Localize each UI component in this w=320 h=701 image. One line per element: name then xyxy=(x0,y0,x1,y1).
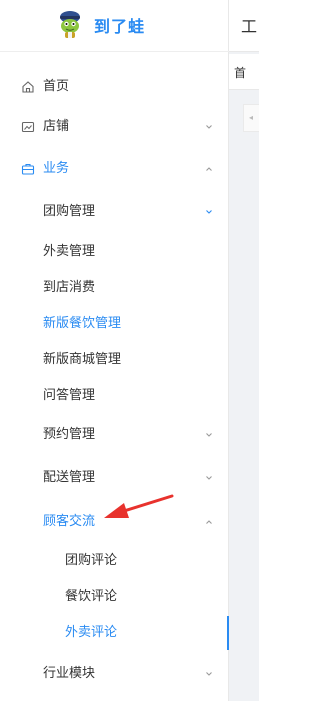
sidebar-item-label: 新版餐饮管理 xyxy=(43,316,122,331)
sidebar-item-label: 外卖管理 xyxy=(43,244,96,259)
sidebar-item-label: 店铺 xyxy=(43,119,70,134)
sidebar: 到了蛙 首页 店铺 业务 团购管理 外卖管理 到店消费 新版餐饮管理 新版商城管… xyxy=(0,0,229,701)
tab-bar: 首 xyxy=(229,54,259,90)
tab-home[interactable]: 首 xyxy=(234,64,246,81)
sidebar-item-booking-mgmt[interactable]: 预约管理 xyxy=(0,417,229,453)
chevron-down-icon xyxy=(206,433,212,437)
sidebar-item-label: 行业模块 xyxy=(43,666,96,681)
top-bar: 工 xyxy=(229,0,259,52)
sidebar-item-label: 团购评论 xyxy=(65,553,118,568)
sidebar-item-label: 预约管理 xyxy=(43,427,96,442)
sidebar-item-store[interactable]: 店铺 xyxy=(0,109,229,145)
chevron-down-icon xyxy=(206,210,212,214)
sidebar-item-label: 业务 xyxy=(43,161,70,176)
sidebar-item-new-dining-mgmt[interactable]: 新版餐饮管理 xyxy=(0,306,229,342)
sidebar-item-takeout-mgmt[interactable]: 外卖管理 xyxy=(0,234,229,270)
sidebar-item-qa-mgmt[interactable]: 问答管理 xyxy=(0,378,229,414)
sidebar-item-label: 顾客交流 xyxy=(43,514,96,529)
chevron-up-icon xyxy=(206,167,212,171)
sidebar-item-label: 餐饮评论 xyxy=(65,589,118,604)
sidebar-item-groupbuy-mgmt[interactable]: 团购管理 xyxy=(0,194,229,230)
chevron-down-icon xyxy=(206,476,212,480)
sidebar-item-label: 问答管理 xyxy=(43,388,96,403)
sidebar-item-label: 团购管理 xyxy=(43,204,96,219)
sidebar-item-industry-modules[interactable]: 行业模块 xyxy=(0,656,229,692)
sidebar-item-business[interactable]: 业务 xyxy=(0,151,229,187)
sidebar-item-label: 首页 xyxy=(43,79,70,94)
sidebar-item-dining-reviews[interactable]: 餐饮评论 xyxy=(0,579,229,615)
chevron-up-icon xyxy=(206,520,212,524)
sidebar-item-new-mall-mgmt[interactable]: 新版商城管理 xyxy=(0,342,229,378)
briefcase-icon xyxy=(21,163,35,175)
home-icon xyxy=(22,81,34,93)
sidebar-item-label: 新版商城管理 xyxy=(43,352,122,367)
store-icon xyxy=(21,121,35,133)
top-bar-glyph: 工 xyxy=(241,17,258,36)
sidebar-item-takeout-reviews[interactable]: 外卖评论 xyxy=(0,615,229,651)
chevron-down-icon xyxy=(206,125,212,129)
brand-name[interactable]: 到了蛙 xyxy=(94,13,145,37)
sidebar-item-label: 配送管理 xyxy=(43,470,96,485)
sidebar-item-customer-comm[interactable]: 顾客交流 xyxy=(0,504,229,540)
sidebar-item-delivery-mgmt[interactable]: 配送管理 xyxy=(0,460,229,496)
sidebar-item-label: 外卖评论 xyxy=(65,625,118,640)
logo-bar: 到了蛙 xyxy=(0,0,229,52)
sidebar-item-groupbuy-reviews[interactable]: 团购评论 xyxy=(0,543,229,579)
content-panel: ◂ xyxy=(243,104,259,132)
sidebar-item-instore[interactable]: 到店消费 xyxy=(0,270,229,306)
main-content: 工 首 ◂ xyxy=(229,0,259,701)
sidebar-item-home[interactable]: 首页 xyxy=(0,69,229,105)
sidebar-item-label: 到店消费 xyxy=(43,280,96,295)
frog-mascot-icon xyxy=(60,11,80,38)
caret-icon: ◂ xyxy=(249,113,254,122)
chevron-down-icon xyxy=(206,672,212,676)
